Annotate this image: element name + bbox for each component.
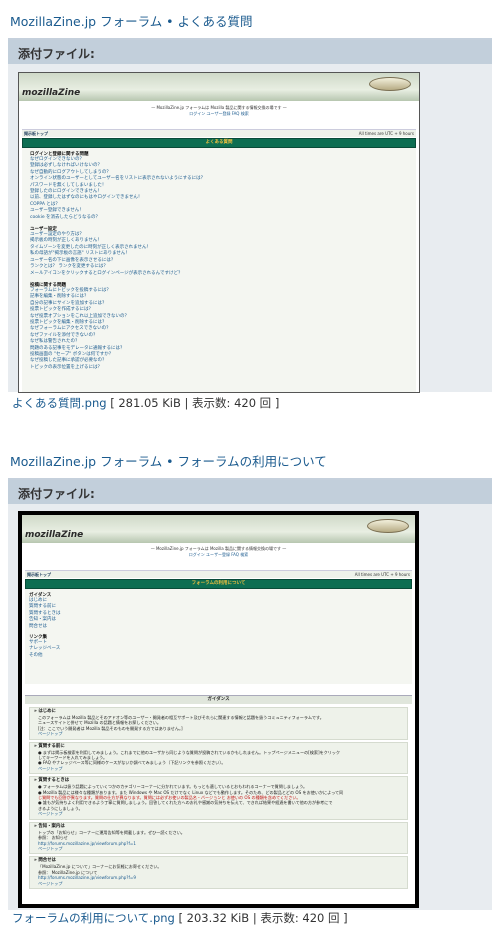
post-faq: MozillaZine.jp フォーラム • よくある質問 添付ファイル: mo… <box>0 0 492 410</box>
attachment-meta: [ 281.05 KiB | 表示数: 420 回 ] <box>110 396 280 410</box>
attachment-caption: フォーラムの利用について.png [ 203.32 KiB | 表示数: 420… <box>12 910 348 926</box>
thumb-faq-link[interactable]: cookie を消去したらどうなるの？ <box>22 215 416 221</box>
attachment-header: 添付ファイル: <box>8 40 492 64</box>
attachment-label: 添付ファイル: <box>18 47 95 61</box>
thumb-faq-link[interactable]: メールアイコンをクリックするとログインページが表示されるんですけど？ <box>22 271 416 277</box>
thumb-header-banner: mozillaZine <box>22 515 415 543</box>
thumb-guidance-blocks: » はじめに このフォーラムは Mozilla 製品とそのアドオン等のユーザー・… <box>25 705 412 904</box>
thumb-guidance-block: » 告知・案内は トップの「お知らせ」コーナーに運用告知等を掲載します。ぜひ一読… <box>29 821 408 855</box>
thumb-link-item[interactable]: その他 <box>25 653 412 659</box>
post-title-link[interactable]: MozillaZine.jp フォーラム • フォーラムの利用について <box>10 451 327 470</box>
thumb-guidance-header: ガイダンス <box>25 695 412 704</box>
thumb-page-top-link[interactable]: ページトップ <box>30 811 407 816</box>
thumb-guide-index: ガイダンス はじめに 質問する前に 質問するときは 告知・案内は 問合せは リン… <box>25 589 412 684</box>
mozillazine-logo: mozillaZine <box>25 530 84 540</box>
thumb-timezone: All times are UTC + 9 hours <box>358 131 414 136</box>
attachment-filename-link[interactable]: よくある質問.png <box>12 396 107 410</box>
blimp-icon <box>367 519 409 533</box>
attachment-image[interactable]: mozillaZine — MozillaZine.jp フォーラムは Mozi… <box>18 72 420 393</box>
thumb-guidance-block: » はじめに このフォーラムは Mozilla 製品とそのアドオン等のユーザー・… <box>29 707 408 740</box>
thumb-page-top-link[interactable]: ページトップ <box>30 881 407 886</box>
attachment-meta: [ 203.32 KiB | 表示数: 420 回 ] <box>178 911 348 925</box>
attachment-header: 添付ファイル: <box>8 480 492 504</box>
thumb-breadcrumb-bar: 掲示板トップ All times are UTC + 9 hours <box>22 129 416 137</box>
thumb-nav-links[interactable]: ログイン ユーザー登録 FAQ 検索 <box>19 111 419 117</box>
thumb-guidance-block: » 質問するときは ● フォーラムは扱う話題によっていくつかのカテゴリーコーナー… <box>29 776 408 820</box>
mozillazine-logo: mozillaZine <box>22 88 81 98</box>
thumb-board-index[interactable]: 掲示板トップ <box>27 572 51 578</box>
post-forum-usage: MozillaZine.jp フォーラム • フォーラムの利用について 添付ファ… <box>0 440 492 927</box>
thumb-page-top-link[interactable]: ページトップ <box>30 846 407 851</box>
attachment-box: 添付ファイル: mozillaZine — MozillaZine.jp フォー… <box>8 478 492 910</box>
thumb-page-title-bar: よくある質問 <box>22 138 416 148</box>
attachment-caption: よくある質問.png [ 281.05 KiB | 表示数: 420 回 ] <box>12 395 279 411</box>
thumb-guidance-block: » 問合せは 「MozillaZine.jp について」コーナーにお気軽にお寄せ… <box>29 856 408 889</box>
post-title-link[interactable]: MozillaZine.jp フォーラム • よくある質問 <box>10 11 253 30</box>
thumb-board-index[interactable]: 掲示板トップ <box>24 131 48 137</box>
thumb-breadcrumb-bar: 掲示板トップ All times are UTC + 9 hours <box>25 570 412 578</box>
thumb-timezone: All times are UTC + 9 hours <box>354 572 410 577</box>
thumb-faq-link[interactable]: トピックの表示位置を上げるには？ <box>22 365 416 371</box>
thumb-page-title-bar: フォーラムの利用について <box>25 579 412 589</box>
attachment-image[interactable]: mozillaZine — MozillaZine.jp フォーラムは Mozi… <box>18 511 419 908</box>
attachment-label: 添付ファイル: <box>18 487 95 501</box>
attachment-box: 添付ファイル: mozillaZine — MozillaZine.jp フォー… <box>8 38 492 393</box>
thumb-header-banner: mozillaZine <box>19 73 419 101</box>
blimp-icon <box>369 77 411 91</box>
thumb-nav-links[interactable]: ログイン ユーザー登録 FAQ 検索 <box>22 552 415 558</box>
thumb-page-top-link[interactable]: ページトップ <box>30 766 407 771</box>
thumb-guide-link[interactable]: 問合せは <box>25 624 412 630</box>
attachment-filename-link[interactable]: フォーラムの利用について.png <box>12 911 175 925</box>
thumb-page-top-link[interactable]: ページトップ <box>30 731 407 736</box>
thumb-guidance-block: » 質問する前に ● まずは掲示板検索を利用してみましょう。これまでに他のユーザ… <box>29 741 408 775</box>
thumb-faq-list: ログインと登録に関する問題 なぜログインできないの？ 登録は必ずしなければいけな… <box>22 148 416 392</box>
